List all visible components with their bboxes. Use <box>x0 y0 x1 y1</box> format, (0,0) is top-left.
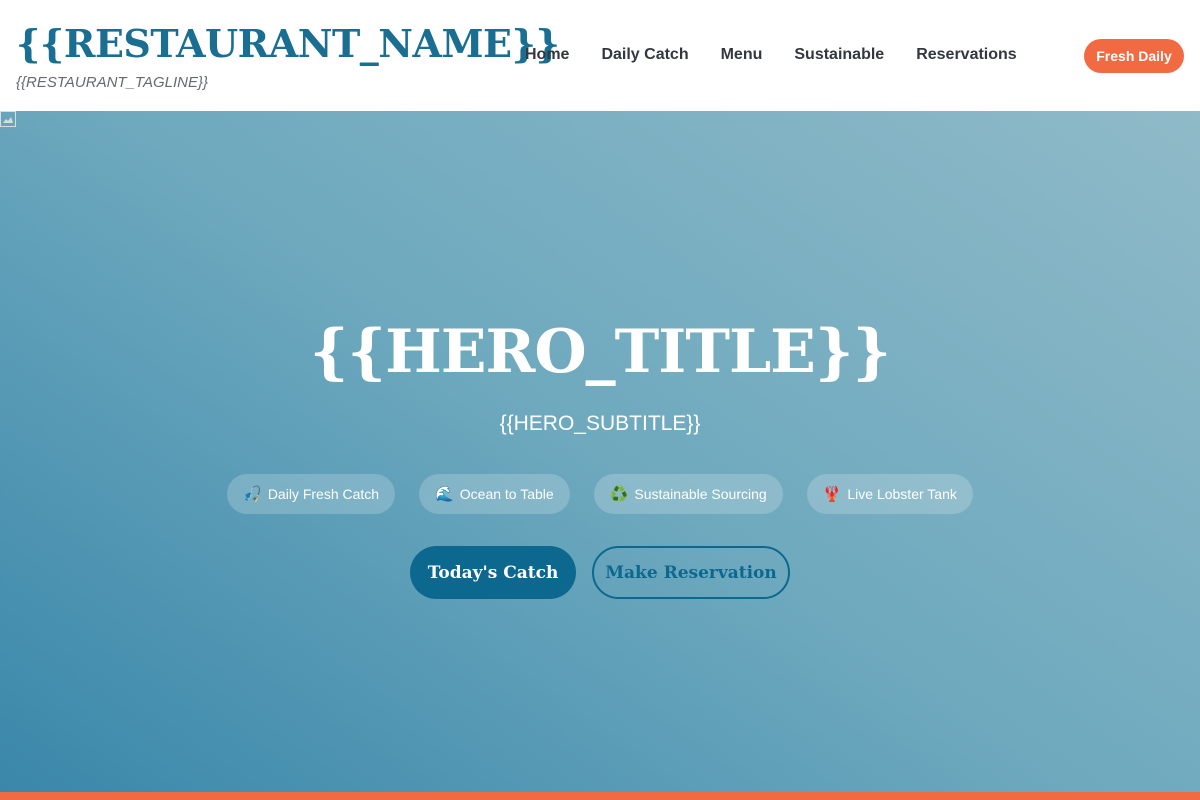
feature-label: Ocean to Table <box>459 486 554 502</box>
restaurant-tagline: {{RESTAURANT_TAGLINE}} <box>16 74 209 91</box>
todays-catch-button[interactable]: Today's Catch <box>410 546 576 599</box>
feature-label: Sustainable Sourcing <box>634 486 767 502</box>
wave-icon: 🌊 <box>435 485 454 503</box>
feature-daily-fresh-catch: 🎣 Daily Fresh Catch <box>227 474 396 514</box>
feature-ocean-to-table: 🌊 Ocean to Table <box>419 474 570 514</box>
accent-bar <box>0 792 1200 800</box>
hero-cta-group: Today's Catch Make Reservation <box>0 546 1200 599</box>
site-header: {{RESTAURANT_NAME}} {{RESTAURANT_TAGLINE… <box>0 0 1200 111</box>
hero-subtitle: {{HERO_SUBTITLE}} <box>499 412 701 435</box>
nav-home[interactable]: Home <box>525 46 569 64</box>
recycle-icon: ♻️ <box>609 485 629 503</box>
broken-image-icon <box>0 111 16 127</box>
hero-section: {{HERO_TITLE}} {{HERO_SUBTITLE}} 🎣 Daily… <box>0 111 1200 792</box>
feature-sustainable-sourcing: ♻️ Sustainable Sourcing <box>593 474 783 514</box>
feature-live-lobster-tank: 🦞 Live Lobster Tank <box>806 474 973 514</box>
feature-label: Daily Fresh Catch <box>267 486 380 502</box>
restaurant-name[interactable]: {{RESTAURANT_NAME}} <box>16 20 560 68</box>
feature-label: Live Lobster Tank <box>847 486 957 502</box>
fishing-icon: 🎣 <box>243 485 262 503</box>
fresh-daily-button[interactable]: Fresh Daily <box>1084 39 1184 73</box>
main-nav: Home Daily Catch Menu Sustainable Reserv… <box>525 44 1017 66</box>
nav-reservations[interactable]: Reservations <box>916 46 1017 64</box>
lobster-icon: 🦞 <box>822 485 842 503</box>
nav-sustainable[interactable]: Sustainable <box>794 46 884 64</box>
make-reservation-button[interactable]: Make Reservation <box>592 546 790 599</box>
feature-list: 🎣 Daily Fresh Catch 🌊 Ocean to Table ♻️ … <box>0 474 1200 514</box>
hero-title: {{HERO_TITLE}} <box>309 317 891 387</box>
nav-daily-catch[interactable]: Daily Catch <box>601 46 688 64</box>
nav-menu[interactable]: Menu <box>721 46 763 64</box>
